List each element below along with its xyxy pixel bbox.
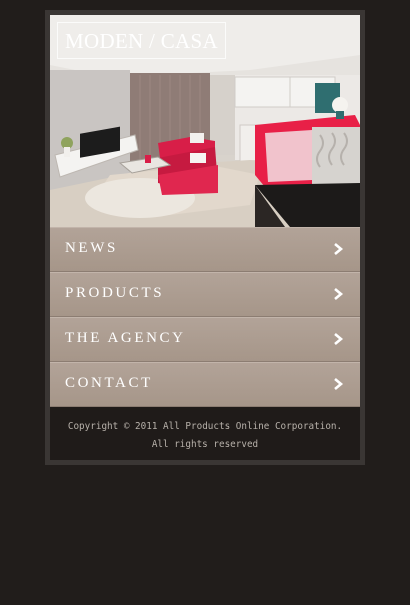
menu-item-label: CONTACT [65, 375, 153, 391]
site-container: MODEN / CASA NEWS PRODUCTS THE AGENCY CO… [50, 15, 360, 460]
chevron-right-icon [334, 333, 344, 345]
menu-item-contact[interactable]: CONTACT [50, 362, 360, 407]
hero-image: MODEN / CASA [50, 15, 360, 227]
menu-item-label: THE AGENCY [65, 330, 186, 346]
copyright-text: Copyright © 2011 All Products Online Cor… [67, 421, 343, 432]
chevron-right-icon [334, 288, 344, 300]
chevron-right-icon [334, 243, 344, 255]
main-menu: NEWS PRODUCTS THE AGENCY CONTACT [50, 227, 360, 407]
menu-item-label: PRODUCTS [65, 285, 165, 301]
rights-text: All rights reserved [151, 439, 259, 450]
site-frame: MODEN / CASA NEWS PRODUCTS THE AGENCY CO… [45, 10, 365, 465]
menu-item-the-agency[interactable]: THE AGENCY [50, 317, 360, 362]
site-logo[interactable]: MODEN / CASA [57, 22, 226, 59]
site-footer: Copyright © 2011 All Products Online Cor… [50, 412, 360, 460]
chevron-right-icon [334, 378, 344, 390]
menu-item-label: NEWS [65, 240, 118, 256]
menu-item-news[interactable]: NEWS [50, 227, 360, 272]
menu-item-products[interactable]: PRODUCTS [50, 272, 360, 317]
